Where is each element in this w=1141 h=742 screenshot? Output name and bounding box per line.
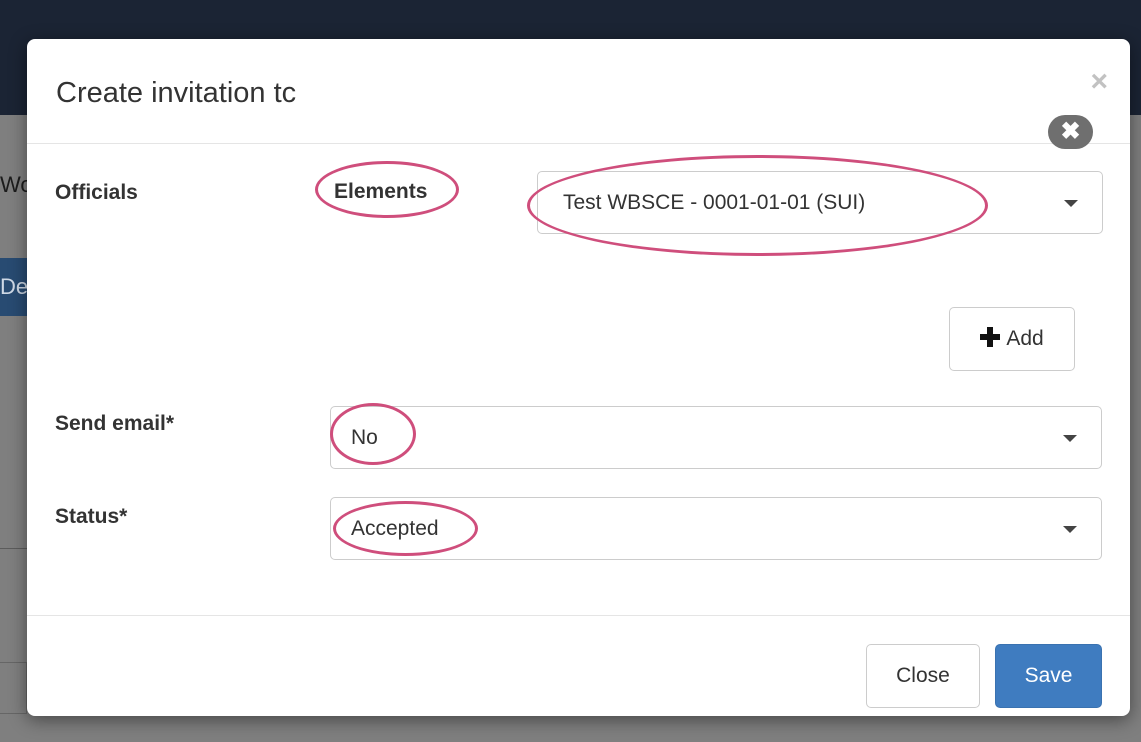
modal-title: Create invitation tc bbox=[56, 77, 297, 109]
background-button-fragment: Desi bbox=[0, 258, 27, 316]
modal-footer-divider bbox=[27, 615, 1130, 616]
create-invitation-modal: Create invitation tc × Officials Element… bbox=[27, 39, 1130, 716]
modal-close-icon[interactable]: × bbox=[1090, 67, 1108, 97]
background-box bbox=[0, 662, 27, 714]
remove-element-icon[interactable]: ✖ bbox=[1048, 115, 1093, 149]
close-button[interactable]: Close bbox=[866, 644, 980, 708]
plus-icon bbox=[980, 327, 1001, 347]
elements-label: Elements bbox=[334, 180, 428, 203]
elements-select-value: Test WBSCE - 0001-01-01 (SUI) bbox=[563, 190, 866, 214]
elements-select[interactable]: Test WBSCE - 0001-01-01 (SUI) bbox=[537, 171, 1103, 234]
officials-label: Officials bbox=[55, 181, 138, 204]
modal-header: Create invitation tc × bbox=[27, 39, 1130, 144]
send-email-label: Send email* bbox=[55, 412, 175, 435]
chevron-down-icon bbox=[1063, 434, 1077, 442]
send-email-select[interactable]: No bbox=[330, 406, 1102, 469]
status-label: Status* bbox=[55, 505, 128, 528]
save-button[interactable]: Save bbox=[995, 644, 1102, 708]
background-text-fragment: Wo bbox=[0, 172, 27, 197]
add-button[interactable]: Add bbox=[949, 307, 1075, 371]
add-button-label: Add bbox=[1006, 327, 1044, 350]
send-email-select-value: No bbox=[351, 425, 378, 449]
background-divider bbox=[0, 548, 27, 549]
status-select-value: Accepted bbox=[351, 516, 439, 540]
chevron-down-icon bbox=[1063, 525, 1077, 533]
status-select[interactable]: Accepted bbox=[330, 497, 1102, 560]
chevron-down-icon bbox=[1064, 199, 1078, 207]
